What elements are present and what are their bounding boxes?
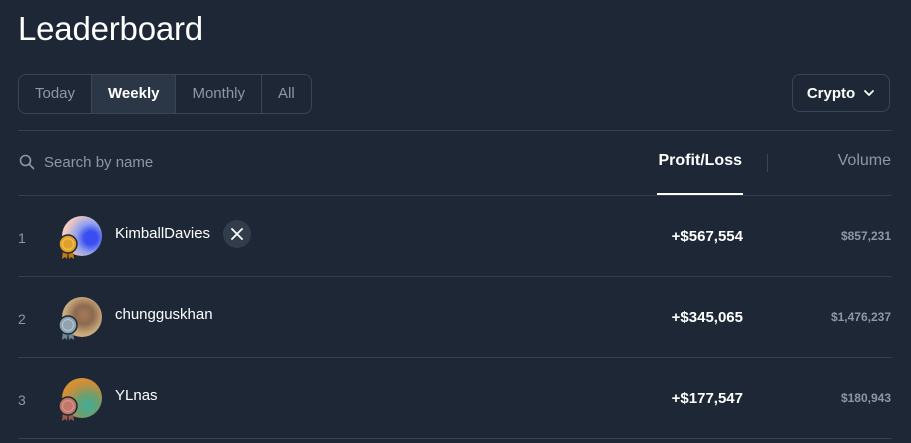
rank-number: 3 (18, 392, 26, 408)
chevron-down-icon (864, 90, 875, 96)
search-input[interactable] (44, 150, 344, 174)
tab-monthly[interactable]: Monthly (176, 75, 262, 113)
x-logo-icon (231, 228, 243, 240)
profit-loss-value: +$567,554 (671, 228, 743, 245)
username[interactable]: YLnas (115, 387, 158, 404)
category-dropdown[interactable]: Crypto (792, 74, 890, 112)
table-row[interactable]: 1 KimballDavies +$567,554 $857,231 (0, 196, 911, 276)
profit-loss-value: +$177,547 (671, 390, 743, 407)
profit-loss-value: +$345,065 (671, 309, 743, 326)
volume-value: $1,476,237 (830, 310, 891, 324)
tab-all[interactable]: All (262, 75, 311, 113)
bronze-medal-icon (58, 396, 78, 421)
gold-medal-icon (58, 234, 78, 259)
column-header-profit-loss[interactable]: Profit/Loss (658, 152, 742, 170)
x-social-link[interactable] (223, 220, 251, 248)
time-range-tabs: Today Weekly Monthly All (18, 74, 312, 114)
column-separator (767, 154, 768, 172)
search-icon (19, 154, 35, 170)
page-title: Leaderboard (18, 10, 203, 47)
rank-number: 2 (18, 311, 26, 327)
column-header-volume[interactable]: Volume (838, 152, 891, 170)
volume-value: $857,231 (840, 229, 891, 243)
silver-medal-icon (58, 315, 78, 340)
tab-weekly[interactable]: Weekly (92, 75, 177, 113)
username[interactable]: KimballDavies (115, 225, 210, 242)
tab-today[interactable]: Today (19, 75, 93, 113)
table-row[interactable]: 2 chungguskhan +$345,065 $1,476,237 (0, 277, 911, 357)
rank-number: 1 (18, 230, 26, 246)
table-row[interactable]: 3 YLnas +$177,547 $180,943 (0, 358, 911, 438)
divider (18, 438, 892, 439)
category-dropdown-label: Crypto (806, 84, 856, 102)
username[interactable]: chungguskhan (115, 306, 213, 323)
divider (18, 130, 892, 131)
volume-value: $180,943 (840, 391, 891, 405)
